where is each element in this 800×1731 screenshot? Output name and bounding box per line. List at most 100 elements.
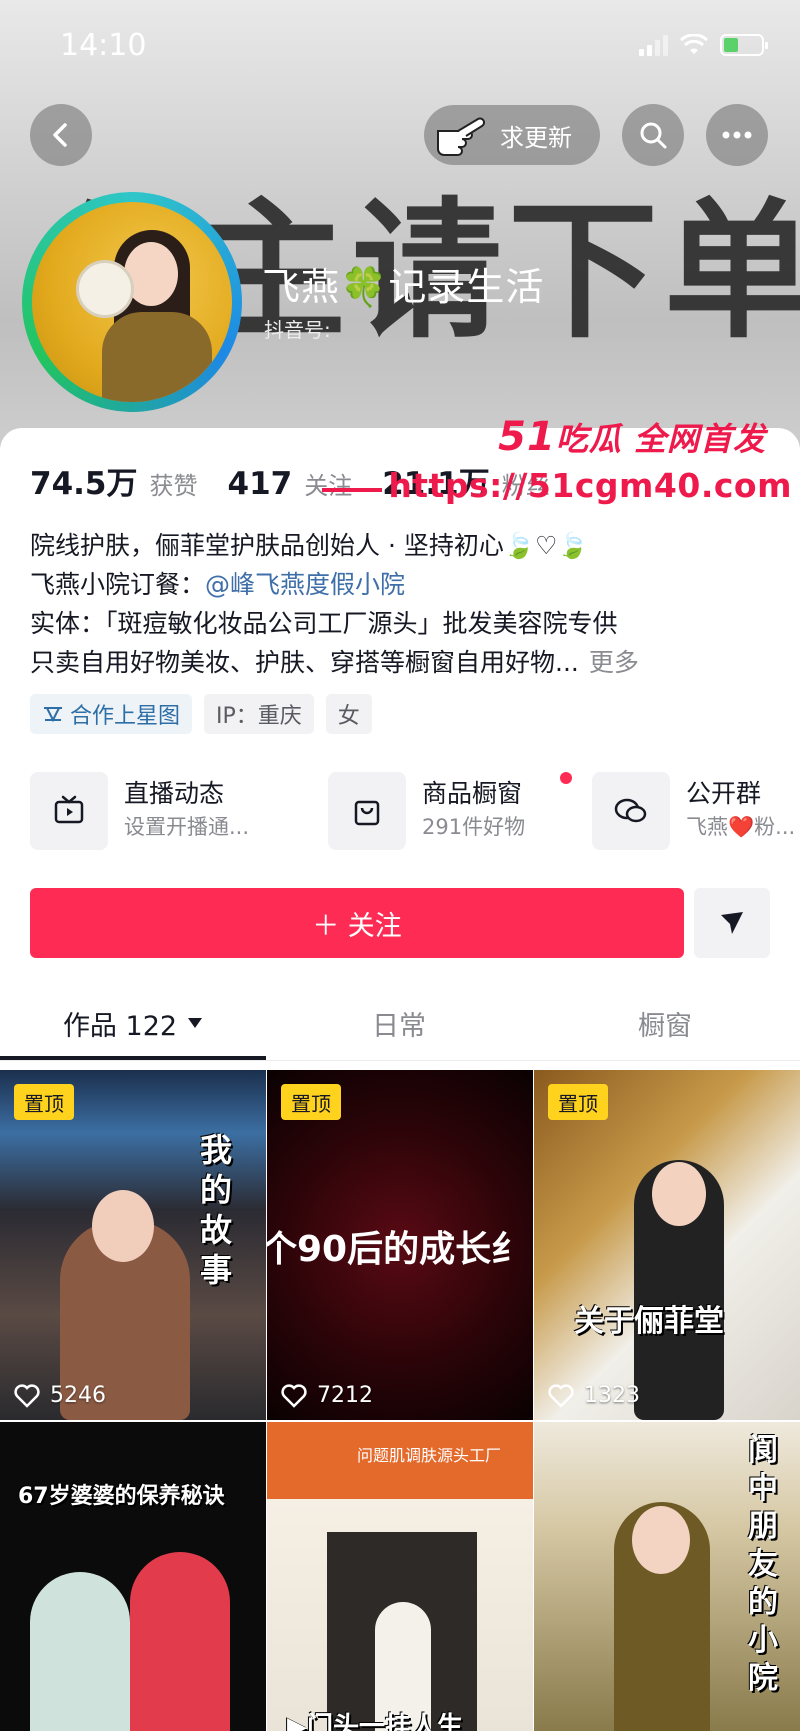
battery-icon [720,34,768,56]
watermark-number: 51 [498,414,556,460]
wifi-icon [680,34,708,54]
pointing-hand-icon [437,117,485,156]
heart-icon [14,1383,40,1408]
video-likes-count: 7212 [317,1383,373,1408]
stat-likes-label: 获赞 [149,472,198,500]
gender-tag: 女 [325,694,372,734]
video-likes-count: 1323 [584,1383,640,1408]
watermark-slogan: 吃瓜 全网首发 [555,420,766,458]
stat-likes-value: 74.5万 [30,466,138,502]
video-likes: 7212 [281,1383,373,1408]
avatar-image [32,202,232,402]
tab-works[interactable]: 作品 122 [0,994,266,1052]
request-update-label: 求更新 [500,123,572,152]
video-figure-face [652,1162,706,1226]
profile-card: 74.5万 获赞 417 关注 21.1万 粉丝 51吃瓜 全网首发 https… [0,414,800,1731]
share-button[interactable] [694,888,770,958]
video-likes: 5246 [14,1383,106,1408]
product-showcase-entry[interactable]: 商品橱窗 291件好物 [328,772,572,850]
video-overlay-text: 我的故事 [200,1131,233,1289]
bio-mention-link[interactable]: @峰飞燕度假小院 [205,570,405,599]
video-thumbnail[interactable]: 个90后的成长纟 置顶 7212 [267,1070,533,1420]
chevron-left-icon [53,123,67,147]
services-row: 直播动态 设置开播通... 商品橱窗 291件好物 公开群 飞燕❤️粉... [30,772,800,852]
profile-banner: 公主请下单 14:10 求更新 飞燕🍀记录生活 抖音号: [0,0,800,460]
bio-line-4: 只卖自用好物美妆、护肤、穿搭等橱窗自用好物... 更多 [30,643,770,682]
live-dynamics-title: 直播动态 [124,779,225,808]
video-thumbnail[interactable]: 关于俪菲堂 置顶 1323 [534,1070,800,1420]
public-group-title: 公开群 [686,779,762,808]
tabs-divider [0,1060,800,1061]
back-button[interactable] [30,104,92,166]
heart-icon [281,1383,307,1408]
tab-showcase[interactable]: 橱窗 [532,994,798,1052]
status-time: 14:10 [60,28,147,63]
status-bar: 14:10 [0,0,800,96]
star-map-label: 合作上星图 [70,704,181,729]
content-tabs: 作品 122 日常 橱窗 [0,994,800,1052]
bio-line-4-text: 只卖自用好物美妆、护肤、穿搭等橱窗自用好物... [30,648,579,677]
public-group-entry[interactable]: 公开群 飞燕❤️粉... [592,772,795,850]
bio-more-link[interactable]: 更多 [589,648,639,677]
video-overlay-text: 67岁婆婆的保养秘诀 [18,1484,225,1509]
bio-order-label: 飞燕小院订餐： [30,570,206,599]
search-button[interactable] [622,104,684,166]
watermark-url: https://51cgm40.com [322,466,792,505]
stat-likes[interactable]: 74.5万 获赞 [30,458,198,503]
star-map-icon [44,707,62,723]
notification-dot [560,772,572,784]
star-map-tag[interactable]: 合作上星图 [30,694,193,734]
video-overlay-text: 关于俪菲堂 [574,1304,724,1339]
video-likes: 1323 [548,1383,640,1408]
pinned-badge: 置顶 [281,1084,341,1120]
send-arrow-icon [721,912,743,934]
more-button[interactable] [706,104,768,166]
tab-daily-label: 日常 [372,1010,426,1042]
bio-line-2: 飞燕小院订餐：@峰飞燕度假小院 [30,565,770,604]
video-figure-face [632,1506,690,1574]
chat-bubble-icon [592,772,670,850]
tv-icon [30,772,108,850]
product-showcase-title: 商品橱窗 [422,779,523,808]
stat-following[interactable]: 417 关注 [228,466,353,502]
video-figure [30,1572,130,1731]
video-likes-count: 5246 [50,1383,106,1408]
search-icon [640,122,667,149]
pinned-badge: 置顶 [548,1084,608,1120]
product-showcase-subtitle: 291件好物 [422,815,526,839]
video-overlay-text: ▶门头一挂人生 [287,1712,463,1731]
stat-following-label: 关注 [304,472,353,500]
bio: 院线护肤，俪菲堂护肤品创始人 · 坚持初心🍃♡🍃 飞燕小院订餐：@峰飞燕度假小院… [30,526,770,682]
tab-daily[interactable]: 日常 [266,994,532,1052]
bio-line-3: 实体：「斑痘敏化妆品公司工厂源头」批发美容院专供 [30,609,618,638]
live-dynamics-subtitle: 设置开播通... [124,815,250,839]
shopping-bag-icon [328,772,406,850]
video-thumbnail[interactable]: 阆中朋友的小院 [534,1422,800,1731]
request-update-button[interactable]: 求更新 [424,105,600,165]
profile-tags: 合作上星图 IP：重庆 女 [30,694,372,734]
public-group-subtitle: 飞燕❤️粉... [686,815,796,839]
follow-button[interactable]: ＋ 关注 [30,888,684,958]
douyin-id[interactable]: 抖音号: [264,314,331,343]
gender-label: 女 [337,704,360,729]
video-overlay-text: 阆中朋友的小院 [748,1433,778,1696]
storefront-sign: 问题肌调肤源头工厂 [357,1446,502,1465]
video-thumbnail[interactable]: 67岁婆婆的保养秘诀 [0,1422,266,1731]
watermark-brand: 51吃瓜 全网首发 [498,414,766,460]
video-figure [130,1552,230,1731]
nickname: 飞燕🍀记录生活 [262,265,545,309]
caret-down-icon [188,1018,203,1028]
stat-following-value: 417 [227,466,293,502]
tab-showcase-label: 橱窗 [638,1010,692,1042]
video-thumbnail[interactable]: 我的故事 置顶 5246 [0,1070,266,1420]
status-icons [639,34,768,56]
ip-location-tag: IP：重庆 [204,694,314,734]
more-dots-icon [722,131,752,139]
video-thumbnail[interactable]: 问题肌调肤源头工厂 ▶门头一挂人生 [267,1422,533,1731]
heart-icon [548,1383,574,1408]
video-figure-face [92,1190,154,1262]
tab-works-label: 作品 122 [62,1010,178,1042]
avatar[interactable] [22,192,242,412]
bio-line-1: 院线护肤，俪菲堂护肤品创始人 · 坚持初心🍃♡🍃 [30,531,589,560]
live-dynamics-entry[interactable]: 直播动态 设置开播通... [30,772,249,850]
